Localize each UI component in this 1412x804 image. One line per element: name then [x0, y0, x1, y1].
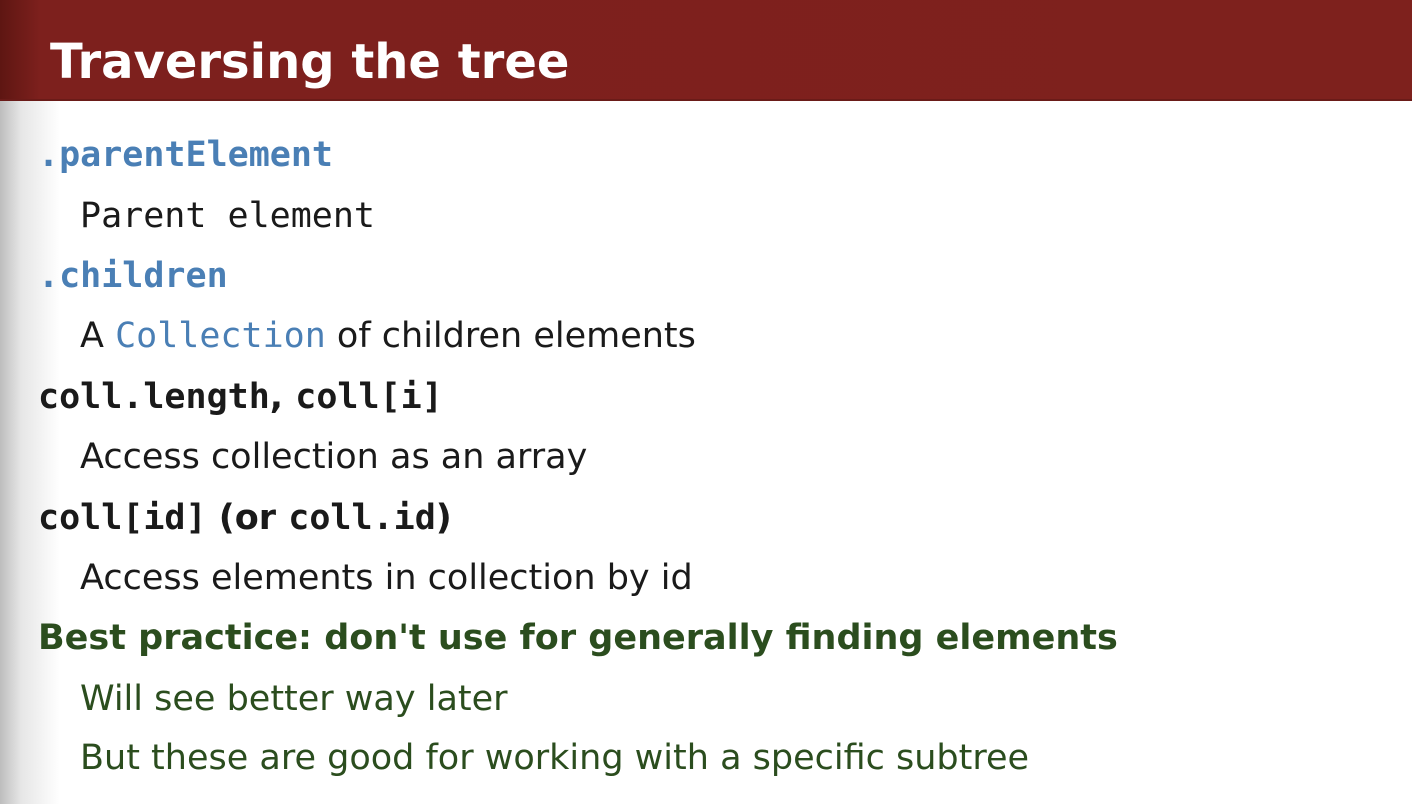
term-coll-index: coll[i]: [295, 377, 443, 417]
term-coll-id: coll[id] (or coll.id): [38, 496, 452, 540]
term-separator: ,: [269, 377, 296, 417]
term-coll-length-index: coll.length, coll[i]: [38, 375, 443, 419]
desc-coll-id: Access elements in collection by id: [80, 558, 693, 598]
title-bar: Traversing the tree: [0, 0, 1412, 101]
term-coll-id-bracket: coll[id]: [38, 498, 207, 538]
best-practice-point-1: Will see better way later: [80, 679, 508, 719]
desc-children: A Collection of children elements: [80, 314, 696, 358]
term-coll-length: coll.length: [38, 377, 270, 417]
desc-coll-array: Access collection as an array: [80, 437, 588, 477]
collection-code-link: Collection: [115, 316, 326, 356]
term-or: (or: [206, 498, 289, 538]
desc-parent-element: Parent element: [80, 196, 376, 236]
term-children: .children: [38, 256, 228, 296]
best-practice-point-2: But these are good for working with a sp…: [80, 738, 1030, 778]
slide-content: .parentElement Parent element .children …: [0, 101, 1412, 804]
slide-title: Traversing the tree: [50, 34, 570, 90]
desc-children-prefix: A: [80, 316, 116, 356]
term-close-paren: ): [435, 498, 452, 538]
term-coll-dot-id: coll.id: [288, 498, 436, 538]
best-practice-heading: Best practice: don't use for generally f…: [38, 618, 1118, 658]
term-parent-element: .parentElement: [38, 135, 334, 175]
desc-children-suffix: of children elements: [325, 316, 696, 356]
